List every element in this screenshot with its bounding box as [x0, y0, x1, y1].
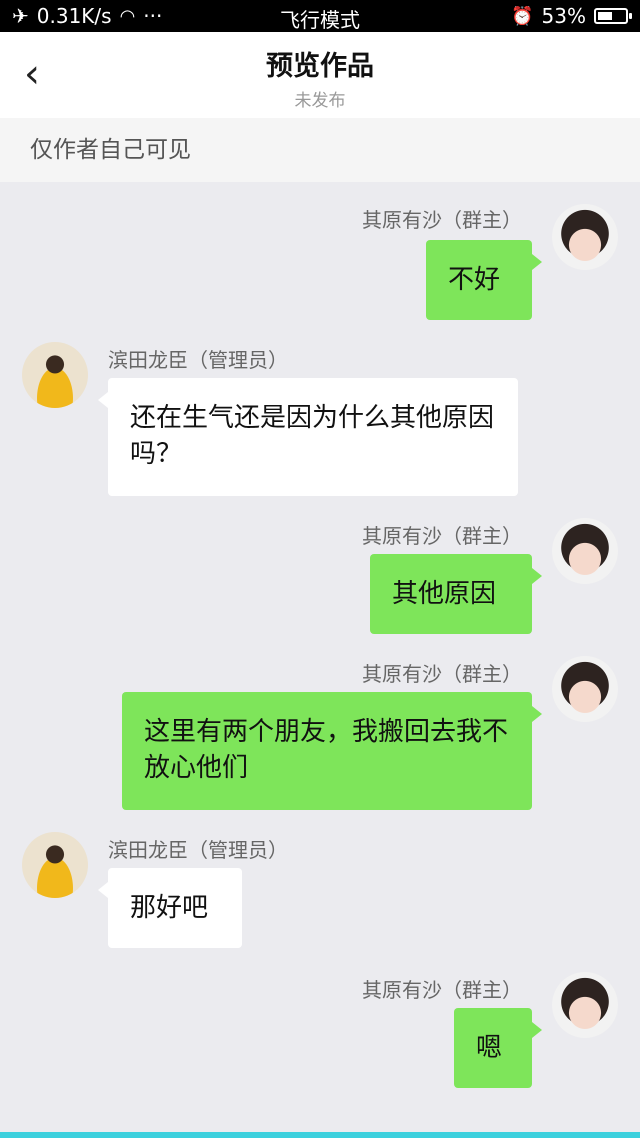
message-bubble[interactable]: 还在生气还是因为什么其他原因吗？ — [98, 378, 518, 496]
message-bubble[interactable]: 嗯 — [454, 1008, 542, 1088]
sender-name: 其原有沙（群主） — [362, 208, 522, 232]
status-bar: ✈ 0.31K/s ◠ ··· 飞行模式 ⏰ 53% — [0, 0, 640, 32]
message-bubble[interactable]: 不好 — [426, 240, 542, 320]
page-subtitle: 未发布 — [294, 91, 346, 111]
sender-name: 滨田龙臣（管理员） — [108, 838, 288, 862]
sender-name: 其原有沙（群主） — [362, 524, 522, 548]
avatar[interactable] — [22, 832, 88, 898]
message-bubble[interactable]: 那好吧 — [98, 868, 242, 948]
avatar[interactable] — [552, 656, 618, 722]
message-bubble[interactable]: 其他原因 — [370, 554, 542, 634]
chat-area: 其原有沙（群主） 不好 滨田龙臣（管理员） 还在生气还是因为什么其他原因吗？ 其… — [0, 182, 640, 1132]
avatar[interactable] — [552, 972, 618, 1038]
sender-name: 滨田龙臣（管理员） — [108, 348, 288, 372]
sender-name: 其原有沙（群主） — [362, 662, 522, 686]
avatar[interactable] — [552, 204, 618, 270]
page-title: 预览作品 — [266, 51, 374, 82]
avatar[interactable] — [22, 342, 88, 408]
message-bubble[interactable]: 这里有两个朋友，我搬回去我不放心他们 — [122, 692, 542, 810]
avatar[interactable] — [552, 518, 618, 584]
battery-icon — [594, 8, 632, 24]
battery-percent: 53% — [541, 4, 586, 28]
visibility-notice: 仅作者自己可见 — [0, 118, 640, 182]
sender-name: 其原有沙（群主） — [362, 978, 522, 1002]
bottom-accent-line — [0, 1132, 640, 1138]
alarm-icon: ⏰ — [511, 5, 534, 27]
nav-bar: ‹ 预览作品 未发布 — [0, 32, 640, 118]
